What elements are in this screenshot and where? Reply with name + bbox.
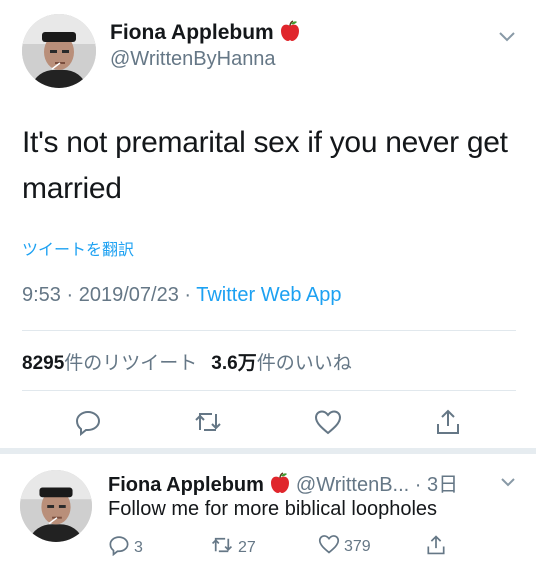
- like-label: 件のいいね: [256, 353, 352, 374]
- engagement-stats: 8295件のリツイート 3.6万件のいいね: [22, 348, 352, 375]
- tweet-time[interactable]: 9:53: [22, 284, 61, 306]
- reply-header: Fiona Applebum @WrittenB... · 3日: [108, 468, 458, 500]
- reply-tweet[interactable]: Fiona Applebum @WrittenB... · 3日 Follow m…: [0, 454, 536, 572]
- retweet-count: 8295: [22, 353, 65, 374]
- like-stat[interactable]: 3.6万件のいいね: [211, 353, 351, 374]
- avatar-photo: [22, 14, 96, 88]
- retweet-icon[interactable]: [190, 404, 226, 440]
- share-icon: [426, 534, 450, 561]
- retweet-label: 件のリツイート: [64, 353, 198, 374]
- handle[interactable]: @WrittenByHanna: [110, 48, 276, 71]
- avatar-photo: [20, 470, 92, 542]
- display-name[interactable]: Fiona Applebum: [110, 20, 300, 48]
- avatar[interactable]: [20, 470, 92, 542]
- retweet-button[interactable]: 27: [210, 534, 256, 561]
- avatar[interactable]: [22, 14, 96, 88]
- tweet-meta: 9:53 · 2019/07/23 · Twitter Web App: [22, 284, 342, 306]
- translate-link[interactable]: ツイートを翻訳: [22, 236, 134, 260]
- like-count: 379: [344, 537, 371, 555]
- like-icon: [318, 534, 344, 559]
- divider: [22, 330, 516, 331]
- retweet-stat[interactable]: 8295件のリツイート: [22, 353, 197, 374]
- divider: [22, 390, 516, 391]
- action-bar: [0, 404, 536, 444]
- reply-icon[interactable]: [70, 404, 106, 440]
- reply-text: Follow me for more biblical loopholes: [108, 498, 438, 520]
- reply-action-bar: 3 27 379: [108, 534, 528, 562]
- red-apple-icon: [270, 472, 290, 500]
- display-name[interactable]: Fiona Applebum: [108, 474, 264, 496]
- red-apple-icon: [280, 20, 300, 48]
- tweet-source[interactable]: Twitter Web App: [196, 284, 341, 306]
- tweet-date[interactable]: 2019/07/23: [79, 284, 179, 306]
- like-icon[interactable]: [310, 404, 346, 440]
- display-name-text: Fiona Applebum: [110, 21, 274, 44]
- chevron-down-icon[interactable]: [498, 30, 516, 48]
- retweet-count: 27: [238, 538, 256, 556]
- handle[interactable]: @WrittenB...: [296, 474, 409, 496]
- like-button[interactable]: 379: [318, 534, 371, 559]
- reply-count: 3: [134, 538, 143, 556]
- retweet-icon: [210, 534, 238, 561]
- reply-button[interactable]: 3: [108, 534, 143, 561]
- like-count: 3.6万: [211, 353, 257, 374]
- main-tweet: Fiona Applebum @WrittenByHanna It's not …: [0, 0, 536, 444]
- share-button[interactable]: [426, 534, 450, 561]
- tweet-text: It's not premarital sex if you never get…: [22, 126, 508, 205]
- reply-icon: [108, 534, 134, 561]
- share-icon[interactable]: [430, 404, 466, 440]
- tweet-age[interactable]: 3日: [427, 474, 458, 496]
- chevron-down-icon[interactable]: [500, 474, 516, 492]
